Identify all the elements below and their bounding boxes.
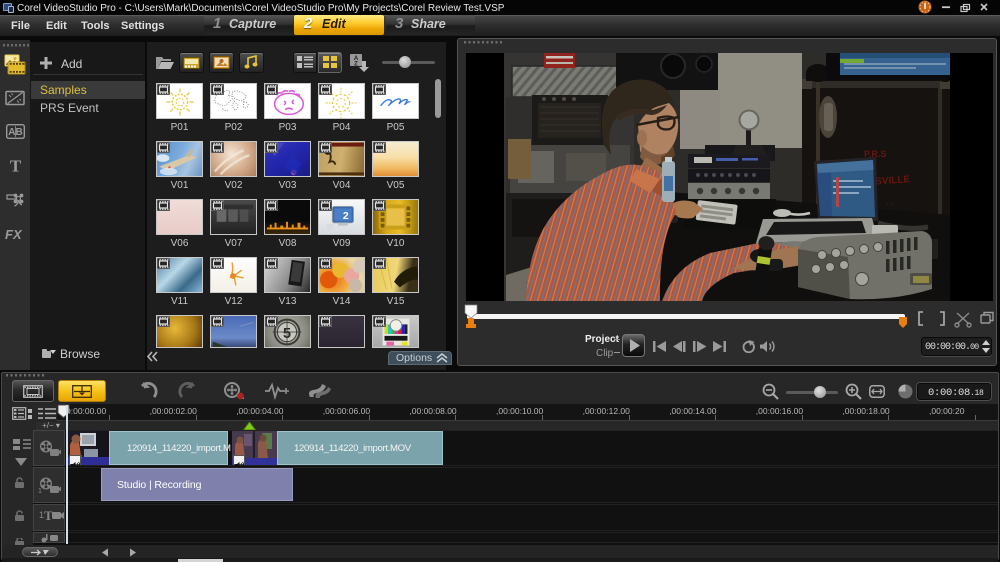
svg-text:Z: Z xyxy=(354,62,358,68)
svg-text:1: 1 xyxy=(38,488,42,494)
svg-text:2: 2 xyxy=(343,210,349,222)
svg-text:T: T xyxy=(10,157,22,174)
